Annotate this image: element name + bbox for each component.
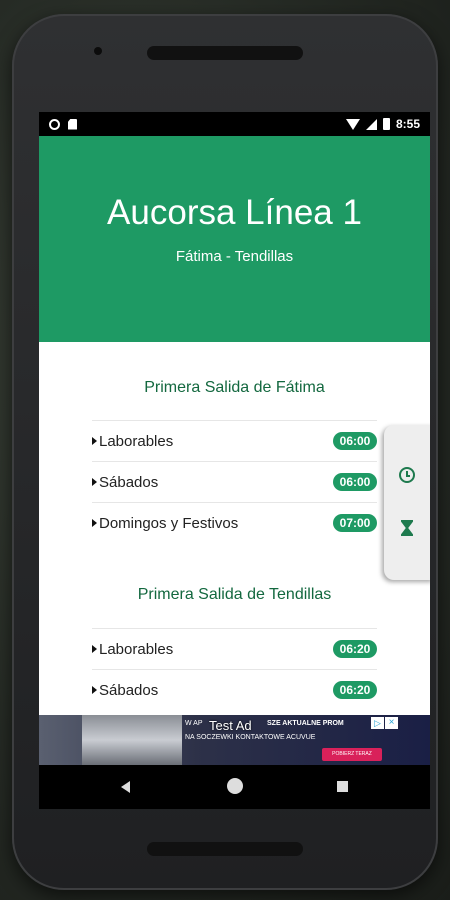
- section-title-tendillas: Primera Salida de Tendillas: [137, 586, 332, 603]
- signal-icon: [365, 118, 377, 130]
- caret-right-icon: [92, 478, 97, 486]
- ad-banner[interactable]: W AP SZE AKTUALNE PROM NA SOCZEWKI KONTA…: [39, 715, 430, 765]
- page-subtitle: Fátima - Tendillas: [175, 248, 294, 265]
- recent-apps-icon[interactable]: [337, 781, 348, 792]
- status-bar: 8:55: [39, 112, 430, 136]
- time-badge: 06:20: [333, 640, 377, 658]
- ad-choices-icon[interactable]: ▷: [371, 717, 384, 729]
- wifi-icon: [345, 118, 360, 130]
- caret-right-icon: [92, 519, 97, 527]
- schedule-row[interactable]: Sábados 06:20: [92, 669, 377, 710]
- ad-cta-button[interactable]: POBIERZ TERAZ: [322, 748, 382, 761]
- hourglass-icon[interactable]: [401, 520, 413, 536]
- time-badge: 06:20: [333, 681, 377, 699]
- home-icon[interactable]: [227, 778, 243, 794]
- row-label: Laborables: [99, 432, 174, 450]
- battery-icon: [382, 118, 390, 130]
- caret-right-icon: [92, 437, 97, 445]
- schedule-content[interactable]: Primera Salida de Fátima Laborables 06:0…: [39, 342, 430, 715]
- earpiece-speaker: [147, 46, 303, 60]
- ad-close-icon[interactable]: ×: [385, 717, 398, 729]
- caret-right-icon: [92, 645, 97, 653]
- bottom-speaker: [147, 842, 303, 856]
- schedule-row[interactable]: Laborables 06:20: [92, 628, 377, 669]
- page-title: Aucorsa Línea 1: [107, 193, 362, 232]
- sd-card-icon: [68, 118, 77, 130]
- navigation-bar: [39, 765, 430, 809]
- status-time: 8:55: [395, 117, 420, 131]
- screen: 8:55 Aucorsa Línea 1 Fátima - Tendillas …: [39, 112, 430, 809]
- schedule-row[interactable]: Laborables 06:00: [92, 420, 377, 461]
- ad-label: Test Ad: [209, 718, 252, 733]
- schedule-row[interactable]: Domingos y Festivos 07:00: [92, 502, 377, 543]
- section-title-fatima: Primera Salida de Fátima: [144, 379, 325, 396]
- time-badge: 06:00: [333, 473, 377, 491]
- front-camera: [94, 47, 102, 55]
- row-label: Sábados: [99, 681, 159, 699]
- app-header: Aucorsa Línea 1 Fátima - Tendillas: [39, 136, 430, 342]
- time-badge: 06:00: [333, 432, 377, 450]
- clock-icon[interactable]: [399, 467, 415, 483]
- side-tab-panel[interactable]: [384, 425, 430, 580]
- caret-right-icon: [92, 686, 97, 694]
- time-badge: 07:00: [333, 514, 377, 532]
- schedule-row[interactable]: Sábados 06:00: [92, 461, 377, 502]
- row-label: Sábados: [99, 473, 159, 491]
- row-label: Domingos y Festivos: [99, 514, 239, 532]
- ad-image: [82, 715, 182, 765]
- ad-text-line1: W AP: [185, 720, 203, 727]
- ad-text-line1b: SZE AKTUALNE PROM: [267, 720, 344, 727]
- ad-text-line2: NA SOCZEWKI KONTAKTOWE ACUVUE: [185, 734, 316, 741]
- notification-circle-icon: [49, 118, 60, 130]
- row-label: Laborables: [99, 640, 174, 658]
- back-icon[interactable]: [121, 781, 130, 793]
- phone-frame: 8:55 Aucorsa Línea 1 Fátima - Tendillas …: [12, 14, 438, 890]
